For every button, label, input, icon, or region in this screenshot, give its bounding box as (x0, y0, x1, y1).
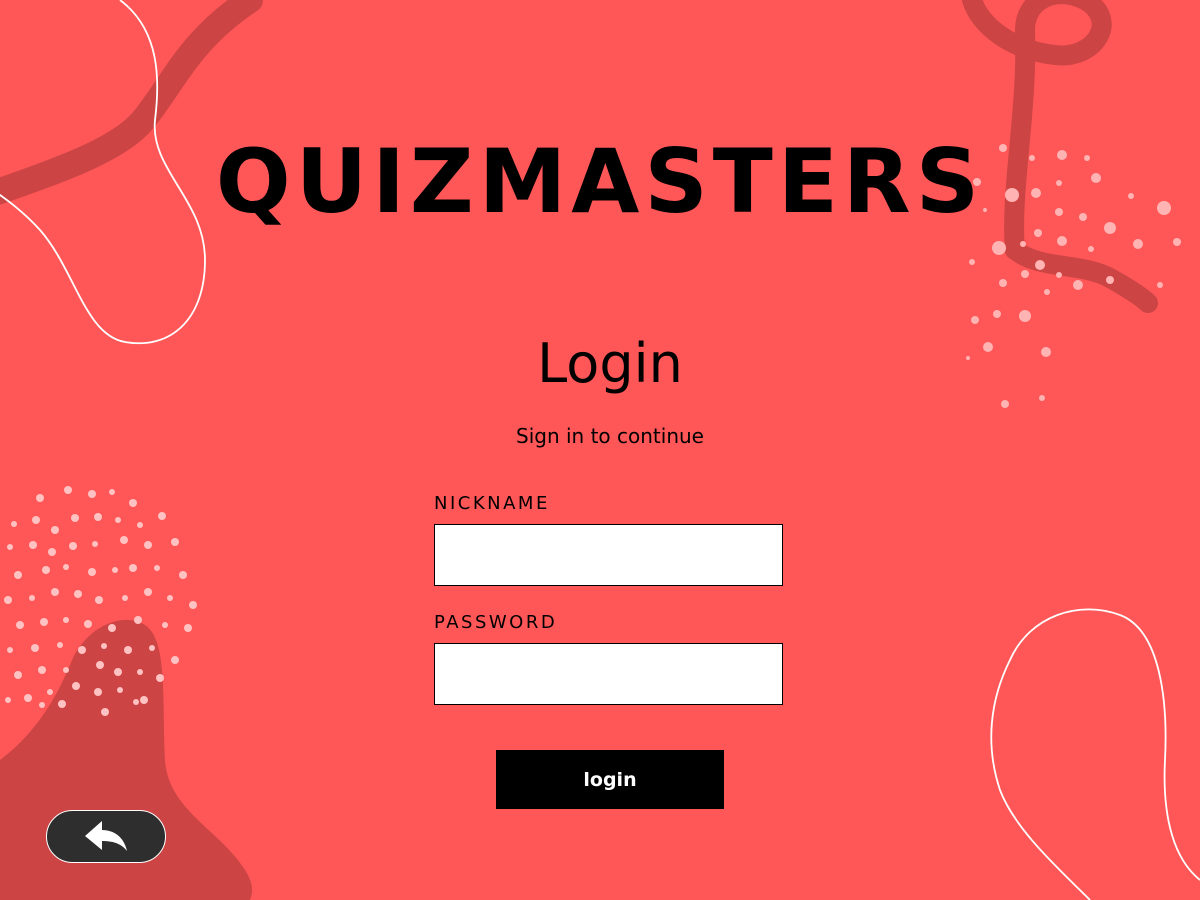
page-title: Login (537, 332, 683, 395)
password-label: PASSWORD (434, 612, 558, 633)
page-subtitle: Sign in to continue (516, 424, 704, 448)
login-button[interactable]: login (496, 750, 724, 809)
nickname-field[interactable] (434, 524, 783, 586)
back-arrow-icon (85, 820, 127, 851)
app-title: QUIZMASTERS (215, 130, 985, 233)
nickname-label: NICKNAME (434, 493, 550, 514)
back-button[interactable] (46, 810, 166, 863)
password-field[interactable] (434, 643, 783, 705)
